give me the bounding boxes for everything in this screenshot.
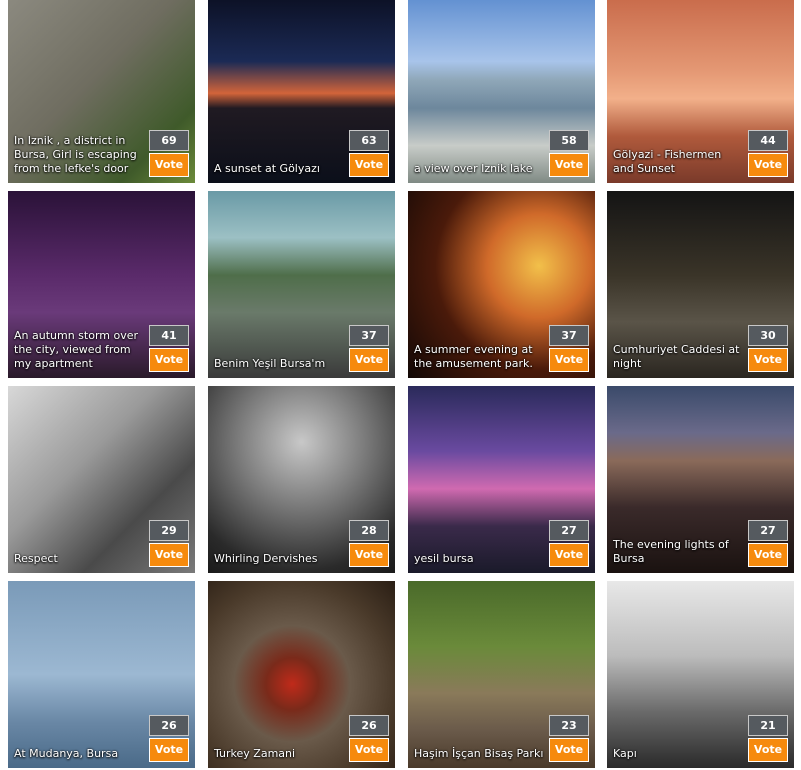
photo-caption: Benim Yeşil Bursa'm	[214, 357, 326, 370]
vote-button[interactable]: Vote	[349, 543, 389, 567]
photo-caption: A sunset at Gölyazı	[214, 162, 320, 175]
photo-tile[interactable]: The evening lights of Bursa 27 Vote	[607, 386, 794, 573]
vote-count: 26	[349, 715, 389, 736]
vote-button[interactable]: Vote	[149, 543, 189, 567]
vote-button[interactable]: Vote	[748, 153, 788, 177]
photo-tile[interactable]: In Iznik , a district in Bursa, Girl is …	[8, 0, 195, 183]
vote-count: 44	[748, 130, 788, 151]
vote-button[interactable]: Vote	[349, 153, 389, 177]
photo-caption: Whirling Dervishes	[214, 552, 318, 565]
photo-tile[interactable]: A sunset at Gölyazı 63 Vote	[208, 0, 395, 183]
vote-button[interactable]: Vote	[549, 348, 589, 372]
photo-tile[interactable]: Respect 29 Vote	[8, 386, 195, 573]
photo-tile[interactable]: Gölyazi - Fishermen and Sunset 44 Vote	[607, 0, 794, 183]
vote-button[interactable]: Vote	[349, 738, 389, 762]
vote-count: 23	[549, 715, 589, 736]
photo-caption: a view over Iznik lake	[414, 162, 533, 175]
vote-button[interactable]: Vote	[549, 738, 589, 762]
vote-button[interactable]: Vote	[549, 543, 589, 567]
photo-caption: yesil bursa	[414, 552, 474, 565]
photo-contest-grid: In Iznik , a district in Bursa, Girl is …	[0, 0, 801, 770]
vote-count: 26	[149, 715, 189, 736]
vote-button[interactable]: Vote	[149, 153, 189, 177]
vote-button[interactable]: Vote	[149, 348, 189, 372]
vote-button[interactable]: Vote	[748, 543, 788, 567]
vote-count: 69	[149, 130, 189, 151]
vote-button[interactable]: Vote	[149, 738, 189, 762]
vote-count: 37	[349, 325, 389, 346]
photo-tile[interactable]: An autumn storm over the city, viewed fr…	[8, 191, 195, 378]
vote-count: 37	[549, 325, 589, 346]
photo-caption: A summer evening at the amusement park.	[414, 343, 533, 370]
photo-tile[interactable]: Cumhuriyet Caddesi at night 30 Vote	[607, 191, 794, 378]
vote-button[interactable]: Vote	[349, 348, 389, 372]
photo-caption: Gölyazi - Fishermen and Sunset	[613, 148, 722, 175]
vote-button[interactable]: Vote	[748, 738, 788, 762]
photo-tile[interactable]: Benim Yeşil Bursa'm 37 Vote	[208, 191, 395, 378]
vote-button[interactable]: Vote	[748, 348, 788, 372]
photo-caption: At Mudanya, Bursa	[14, 747, 119, 760]
vote-count: 29	[149, 520, 189, 541]
vote-button[interactable]: Vote	[549, 153, 589, 177]
vote-count: 27	[549, 520, 589, 541]
vote-count: 41	[149, 325, 189, 346]
vote-count: 27	[748, 520, 788, 541]
photo-caption: The evening lights of Bursa	[613, 538, 729, 565]
photo-tile[interactable]: At Mudanya, Bursa 26 Vote	[8, 581, 195, 768]
vote-count: 21	[748, 715, 788, 736]
vote-count: 58	[549, 130, 589, 151]
photo-caption: An autumn storm over the city, viewed fr…	[14, 329, 139, 370]
vote-count: 30	[748, 325, 788, 346]
vote-count: 63	[349, 130, 389, 151]
photo-caption: Haşim İşçan Bisaş Parkı	[414, 747, 544, 760]
photo-tile[interactable]: a view over Iznik lake 58 Vote	[408, 0, 595, 183]
photo-tile[interactable]: Kapı 21 Vote	[607, 581, 794, 768]
photo-caption: Cumhuriyet Caddesi at night	[613, 343, 740, 370]
photo-caption: Kapı	[613, 747, 637, 760]
photo-caption: In Iznik , a district in Bursa, Girl is …	[14, 134, 137, 175]
vote-count: 28	[349, 520, 389, 541]
photo-tile[interactable]: Haşim İşçan Bisaş Parkı 23 Vote	[408, 581, 595, 768]
photo-caption: Respect	[14, 552, 58, 565]
photo-tile[interactable]: Whirling Dervishes 28 Vote	[208, 386, 395, 573]
photo-tile[interactable]: A summer evening at the amusement park. 3…	[408, 191, 595, 378]
photo-caption: Turkey Zamani	[214, 747, 296, 760]
photo-tile[interactable]: Turkey Zamani 26 Vote	[208, 581, 395, 768]
photo-tile[interactable]: yesil bursa 27 Vote	[408, 386, 595, 573]
